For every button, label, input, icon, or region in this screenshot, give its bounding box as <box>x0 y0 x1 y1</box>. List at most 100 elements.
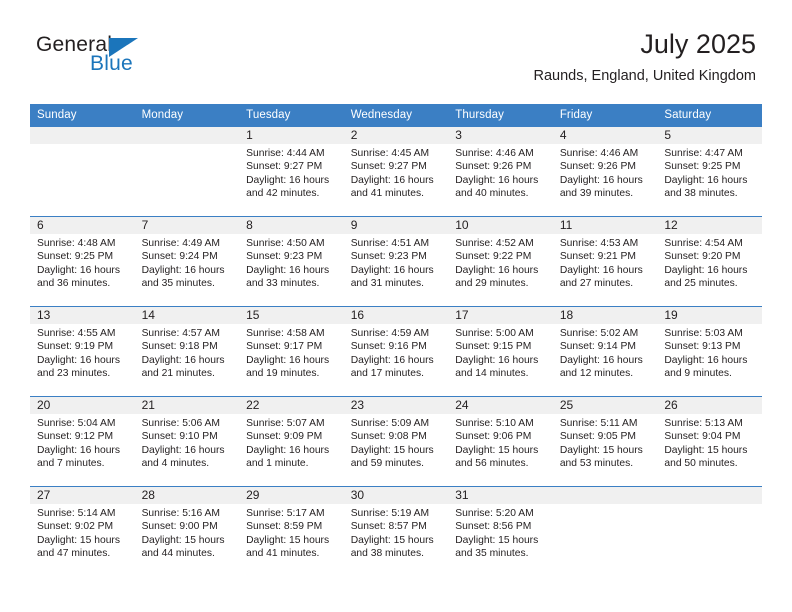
sunrise-text: Sunrise: 4:59 AM <box>350 328 430 339</box>
sunrise-text: Sunrise: 4:53 AM <box>559 238 639 249</box>
calendar-day-cell[interactable]: 10 Sunrise: 4:52 AM Sunset: 9:22 PM Dayligh… <box>448 216 553 307</box>
sunrise-text: Sunrise: 4:48 AM <box>37 238 116 249</box>
day-number: 24 <box>448 397 553 414</box>
day-number: 21 <box>134 397 240 414</box>
weekday-header-thursday: Thursday <box>448 104 553 127</box>
day-details: Sunrise: 4:48 AM Sunset: 9:25 PM Daylight:… <box>30 234 135 291</box>
calendar-day-cell[interactable]: 12 Sunrise: 4:54 AM Sunset: 9:20 PM Dayligh… <box>657 216 762 307</box>
calendar-day-cell[interactable]: 28 Sunrise: 5:16 AM Sunset: 9:00 PM Dayligh… <box>134 486 240 576</box>
daylight-text: Daylight: 16 hours and 36 minutes. <box>37 264 120 290</box>
calendar-day-cell-empty <box>30 126 135 217</box>
calendar-day-cell[interactable]: 17 Sunrise: 5:00 AM Sunset: 9:15 PM Dayligh… <box>448 306 553 397</box>
day-number <box>30 127 135 144</box>
logo-text-blue: Blue <box>90 52 133 75</box>
sunset-text: Sunset: 9:21 PM <box>559 251 636 263</box>
day-number: 17 <box>448 307 553 324</box>
calendar-day-cell[interactable]: 7 Sunrise: 4:49 AM Sunset: 9:24 PM Daylight… <box>134 216 240 307</box>
daylight-text: Daylight: 16 hours and 1 minute. <box>246 444 330 470</box>
calendar-day-cell[interactable]: 26 Sunrise: 5:13 AM Sunset: 9:04 PM Dayligh… <box>657 396 762 487</box>
calendar-day-cell[interactable]: 8 Sunrise: 4:50 AM Sunset: 9:23 PM Daylight… <box>239 216 344 307</box>
calendar-day-cell[interactable]: 24 Sunrise: 5:10 AM Sunset: 9:06 PM Dayligh… <box>448 396 553 487</box>
calendar-day-cell[interactable]: 14 Sunrise: 4:57 AM Sunset: 9:18 PM Dayligh… <box>134 306 240 397</box>
sunrise-text: Sunrise: 5:03 AM <box>664 328 743 339</box>
day-details: Sunrise: 5:10 AM Sunset: 9:06 PM Daylight:… <box>448 414 553 471</box>
weekday-header-friday: Friday <box>552 104 658 127</box>
calendar-day-cell[interactable]: 9 Sunrise: 4:51 AM Sunset: 9:23 PM Daylight… <box>343 216 449 307</box>
calendar-day-cell[interactable]: 1 Sunrise: 4:44 AM Sunset: 9:27 PM Daylight… <box>239 126 344 217</box>
calendar-day-cell[interactable]: 3 Sunrise: 4:46 AM Sunset: 9:26 PM Daylight… <box>448 126 553 217</box>
day-details: Sunrise: 4:51 AM Sunset: 9:23 PM Daylight:… <box>344 234 449 291</box>
calendar-day-cell[interactable]: 6 Sunrise: 4:48 AM Sunset: 9:25 PM Daylight… <box>30 216 135 307</box>
sunset-text: Sunset: 9:08 PM <box>350 431 427 443</box>
calendar-week-row: 1 Sunrise: 4:44 AM Sunset: 9:27 PM Daylight… <box>30 126 762 217</box>
day-details: Sunrise: 4:52 AM Sunset: 9:22 PM Daylight:… <box>448 234 553 291</box>
sunset-text: Sunset: 9:20 PM <box>664 251 741 263</box>
sunset-text: Sunset: 9:14 PM <box>559 341 636 353</box>
day-number: 30 <box>343 487 449 504</box>
calendar-day-cell[interactable]: 15 Sunrise: 4:58 AM Sunset: 9:17 PM Dayligh… <box>239 306 344 397</box>
sunrise-text: Sunrise: 5:20 AM <box>455 508 534 519</box>
calendar-day-cell[interactable]: 20 Sunrise: 5:04 AM Sunset: 9:12 PM Dayligh… <box>30 396 135 487</box>
sunset-text: Sunset: 9:27 PM <box>246 161 323 173</box>
sunrise-text: Sunrise: 5:02 AM <box>559 328 639 339</box>
calendar-day-cell[interactable]: 19 Sunrise: 5:03 AM Sunset: 9:13 PM Dayligh… <box>657 306 762 397</box>
day-number <box>552 487 658 504</box>
calendar-day-cell[interactable]: 2 Sunrise: 4:45 AM Sunset: 9:27 PM Daylight… <box>343 126 449 217</box>
calendar-day-cell[interactable]: 13 Sunrise: 4:55 AM Sunset: 9:19 PM Dayligh… <box>30 306 135 397</box>
weekday-header-saturday: Saturday <box>657 104 762 127</box>
calendar-week-row: 13 Sunrise: 4:55 AM Sunset: 9:19 PM Dayligh… <box>30 306 762 397</box>
calendar-day-cell[interactable]: 25 Sunrise: 5:11 AM Sunset: 9:05 PM Dayligh… <box>552 396 658 487</box>
calendar-day-cell[interactable]: 21 Sunrise: 5:06 AM Sunset: 9:10 PM Dayligh… <box>134 396 240 487</box>
day-details: Sunrise: 5:09 AM Sunset: 9:08 PM Daylight:… <box>344 414 449 471</box>
page-header: General Blue July 2025 Raunds, England, … <box>0 0 792 100</box>
calendar-day-cell[interactable]: 22 Sunrise: 5:07 AM Sunset: 9:09 PM Dayligh… <box>239 396 344 487</box>
calendar-week-row: 20 Sunrise: 5:04 AM Sunset: 9:12 PM Dayligh… <box>30 396 762 487</box>
sunrise-text: Sunrise: 5:04 AM <box>37 418 116 429</box>
day-number: 25 <box>552 397 658 414</box>
sunrise-text: Sunrise: 5:16 AM <box>141 508 220 519</box>
daylight-text: Daylight: 16 hours and 19 minutes. <box>246 354 330 380</box>
daylight-text: Daylight: 16 hours and 33 minutes. <box>246 264 330 290</box>
sunrise-text: Sunrise: 5:07 AM <box>246 418 325 429</box>
sunrise-text: Sunrise: 4:49 AM <box>141 238 220 249</box>
sunset-text: Sunset: 9:06 PM <box>455 431 532 443</box>
sunrise-text: Sunrise: 4:52 AM <box>455 238 534 249</box>
day-number: 5 <box>657 127 762 144</box>
calendar-day-cell-empty <box>552 486 658 576</box>
day-number: 9 <box>343 217 449 234</box>
sunset-text: Sunset: 9:13 PM <box>664 341 741 353</box>
day-details: Sunrise: 4:58 AM Sunset: 9:17 PM Daylight:… <box>239 324 344 381</box>
title-block: July 2025 Raunds, England, United Kingdo… <box>534 28 756 85</box>
sunset-text: Sunset: 9:19 PM <box>37 341 114 353</box>
calendar-day-cell[interactable]: 18 Sunrise: 5:02 AM Sunset: 9:14 PM Dayligh… <box>552 306 658 397</box>
calendar-week-row: 6 Sunrise: 4:48 AM Sunset: 9:25 PM Daylight… <box>30 216 762 307</box>
calendar-day-cell[interactable]: 29 Sunrise: 5:17 AM Sunset: 8:59 PM Dayligh… <box>239 486 344 576</box>
sunrise-text: Sunrise: 5:00 AM <box>455 328 534 339</box>
day-details: Sunrise: 5:16 AM Sunset: 9:00 PM Daylight:… <box>135 504 240 561</box>
daylight-text: Daylight: 16 hours and 12 minutes. <box>559 354 643 380</box>
calendar-day-cell[interactable]: 27 Sunrise: 5:14 AM Sunset: 9:02 PM Dayligh… <box>30 486 135 576</box>
day-details: Sunrise: 4:54 AM Sunset: 9:20 PM Daylight:… <box>657 234 762 291</box>
calendar-day-cell[interactable]: 16 Sunrise: 4:59 AM Sunset: 9:16 PM Dayligh… <box>343 306 449 397</box>
daylight-text: Daylight: 16 hours and 21 minutes. <box>141 354 225 380</box>
calendar-day-cell[interactable]: 31 Sunrise: 5:20 AM Sunset: 8:56 PM Dayligh… <box>448 486 553 576</box>
calendar-day-cell[interactable]: 23 Sunrise: 5:09 AM Sunset: 9:08 PM Dayligh… <box>343 396 449 487</box>
day-details: Sunrise: 4:55 AM Sunset: 9:19 PM Daylight:… <box>30 324 135 381</box>
day-number: 2 <box>343 127 449 144</box>
calendar-day-cell[interactable]: 4 Sunrise: 4:46 AM Sunset: 9:26 PM Daylight… <box>552 126 658 217</box>
daylight-text: Daylight: 16 hours and 41 minutes. <box>350 174 434 200</box>
calendar-day-cell[interactable]: 11 Sunrise: 4:53 AM Sunset: 9:21 PM Dayligh… <box>552 216 658 307</box>
daylight-text: Daylight: 16 hours and 23 minutes. <box>37 354 120 380</box>
sunset-text: Sunset: 9:25 PM <box>37 251 114 263</box>
day-number: 23 <box>343 397 449 414</box>
general-blue-logo[interactable]: General Blue <box>36 33 216 83</box>
calendar-day-cell[interactable]: 30 Sunrise: 5:19 AM Sunset: 8:57 PM Dayligh… <box>343 486 449 576</box>
day-number: 15 <box>239 307 344 324</box>
day-number: 27 <box>30 487 135 504</box>
sunset-text: Sunset: 9:27 PM <box>350 161 427 173</box>
sunrise-text: Sunrise: 5:14 AM <box>37 508 116 519</box>
calendar-day-cell[interactable]: 5 Sunrise: 4:47 AM Sunset: 9:25 PM Daylight… <box>657 126 762 217</box>
day-details: Sunrise: 4:50 AM Sunset: 9:23 PM Daylight:… <box>239 234 344 291</box>
sunset-text: Sunset: 8:56 PM <box>455 521 532 533</box>
daylight-text: Daylight: 15 hours and 50 minutes. <box>664 444 748 470</box>
